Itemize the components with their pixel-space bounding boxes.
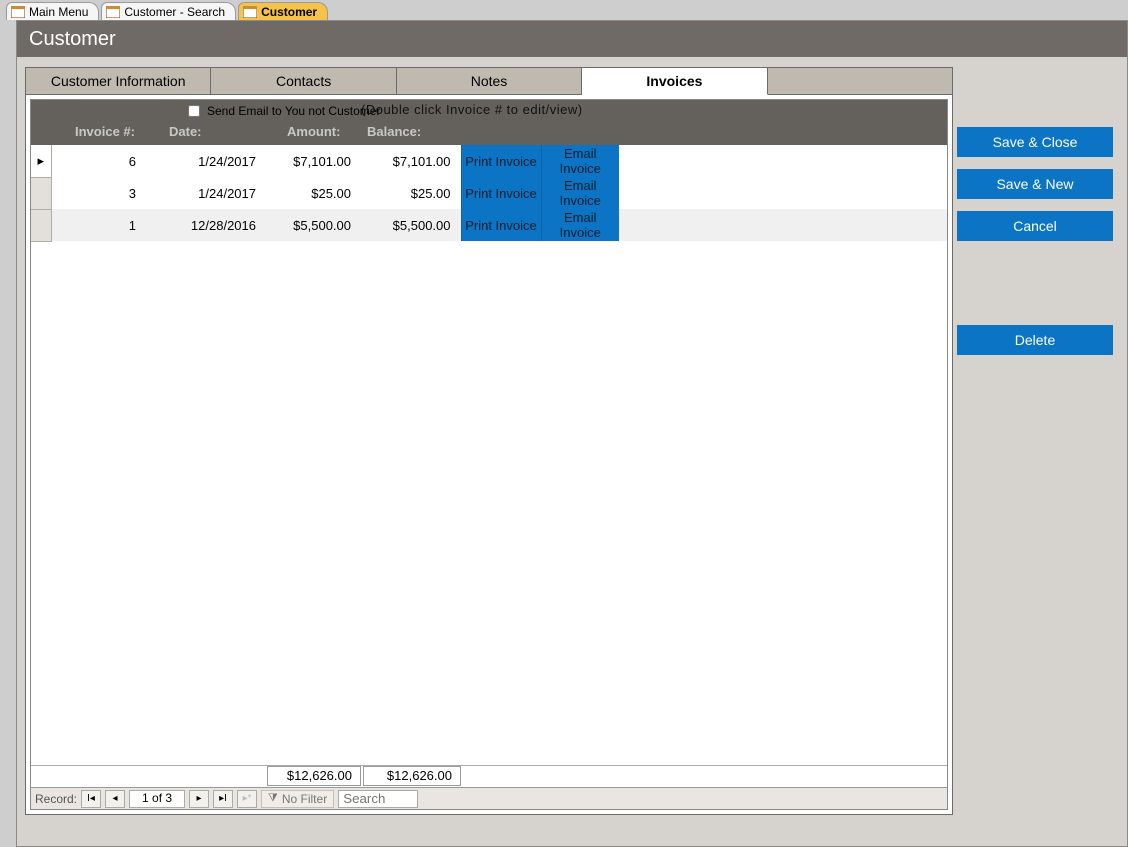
wintab-label: Main Menu <box>29 5 88 19</box>
email-invoice-button[interactable]: Email Invoice <box>541 209 619 241</box>
record-navigator: Record: I◂ ◂ 1 of 3 ▸ ▸I ▸* ⧩ No Filter <box>31 787 947 809</box>
action-panel: Save & Close Save & New Cancel Delete <box>957 57 1127 846</box>
form-icon <box>243 6 257 18</box>
cell-date: 1/24/2017 <box>146 177 266 209</box>
row-selector-icon[interactable]: ▸ <box>31 145 51 177</box>
page-title: Customer <box>29 28 116 51</box>
cell-date: 1/24/2017 <box>146 145 266 177</box>
table-row[interactable]: 3 1/24/2017 $25.00 $25.00 Print Invoice … <box>31 177 947 209</box>
print-invoice-button[interactable]: Print Invoice <box>461 209 541 241</box>
nav-next-button[interactable]: ▸ <box>189 790 209 808</box>
form-titlebar: Customer <box>17 21 1127 57</box>
total-balance: $12,626.00 <box>363 766 461 786</box>
save-new-button[interactable]: Save & New <box>957 169 1113 199</box>
nav-new-button[interactable]: ▸* <box>237 790 257 808</box>
nav-first-button[interactable]: I◂ <box>81 790 101 808</box>
nav-prev-button[interactable]: ◂ <box>105 790 125 808</box>
row-selector[interactable] <box>31 209 51 241</box>
cell-amount: $5,500.00 <box>266 209 361 241</box>
send-email-you-checkbox[interactable] <box>188 105 200 117</box>
record-search-input[interactable] <box>338 790 418 808</box>
form-icon <box>106 6 120 18</box>
funnel-icon: ⧩ <box>268 792 278 805</box>
col-invoice: Invoice #: <box>75 124 135 139</box>
cell-balance: $25.00 <box>361 177 461 209</box>
invoice-subform: Send Email to You not Customer (Double c… <box>30 99 948 810</box>
wintab-customer-search[interactable]: Customer - Search <box>101 2 236 20</box>
tab-contacts[interactable]: Contacts <box>211 67 396 94</box>
email-invoice-button[interactable]: Email Invoice <box>541 145 619 177</box>
table-row[interactable]: ▸ 6 1/24/2017 $7,101.00 $7,101.00 Print … <box>31 145 947 177</box>
cell-invoice: 6 <box>51 145 146 177</box>
tab-filler <box>768 67 953 94</box>
totals-row: $12,626.00 $12,626.00 <box>31 765 947 787</box>
subform-header: Send Email to You not Customer (Double c… <box>31 100 947 145</box>
window-tabstrip: Main Menu Customer - Search Customer <box>0 0 1128 20</box>
table-row[interactable]: 1 12/28/2016 $5,500.00 $5,500.00 Print I… <box>31 209 947 241</box>
tab-body: Send Email to You not Customer (Double c… <box>25 95 953 815</box>
col-date: Date: <box>169 124 202 139</box>
tab-customer-information[interactable]: Customer Information <box>25 67 211 94</box>
tab-notes[interactable]: Notes <box>397 67 582 94</box>
cell-invoice: 1 <box>51 209 146 241</box>
cell-balance: $5,500.00 <box>361 209 461 241</box>
form-tabstrip: Customer Information Contacts Notes Invo… <box>25 67 953 95</box>
wintab-main-menu[interactable]: Main Menu <box>6 2 99 20</box>
record-position[interactable]: 1 of 3 <box>129 790 185 808</box>
wintab-label: Customer - Search <box>124 5 225 19</box>
form-icon <box>11 6 25 18</box>
nav-last-button[interactable]: ▸I <box>213 790 233 808</box>
tab-invoices[interactable]: Invoices <box>582 67 767 95</box>
cell-invoice: 3 <box>51 177 146 209</box>
print-invoice-button[interactable]: Print Invoice <box>461 145 541 177</box>
delete-button[interactable]: Delete <box>957 325 1113 355</box>
email-invoice-button[interactable]: Email Invoice <box>541 177 619 209</box>
filter-toggle[interactable]: ⧩ No Filter <box>261 790 334 808</box>
send-email-you-label: Send Email to You not Customer <box>207 104 380 118</box>
cell-amount: $25.00 <box>266 177 361 209</box>
col-balance: Balance: <box>367 124 421 139</box>
col-amount: Amount: <box>287 124 340 139</box>
edit-hint: (Double click Invoice # to edit/view) <box>361 102 583 117</box>
total-amount: $12,626.00 <box>267 766 361 786</box>
cell-amount: $7,101.00 <box>266 145 361 177</box>
cell-date: 12/28/2016 <box>146 209 266 241</box>
cell-balance: $7,101.00 <box>361 145 461 177</box>
form-frame: Customer Customer Information Contacts N… <box>16 20 1128 847</box>
cancel-button[interactable]: Cancel <box>957 211 1113 241</box>
wintab-customer[interactable]: Customer <box>238 2 328 20</box>
record-label: Record: <box>35 792 77 806</box>
invoice-rows: ▸ 6 1/24/2017 $7,101.00 $7,101.00 Print … <box>31 145 947 765</box>
print-invoice-button[interactable]: Print Invoice <box>461 177 541 209</box>
save-close-button[interactable]: Save & Close <box>957 127 1113 157</box>
wintab-label: Customer <box>261 5 317 19</box>
row-selector[interactable] <box>31 177 51 209</box>
